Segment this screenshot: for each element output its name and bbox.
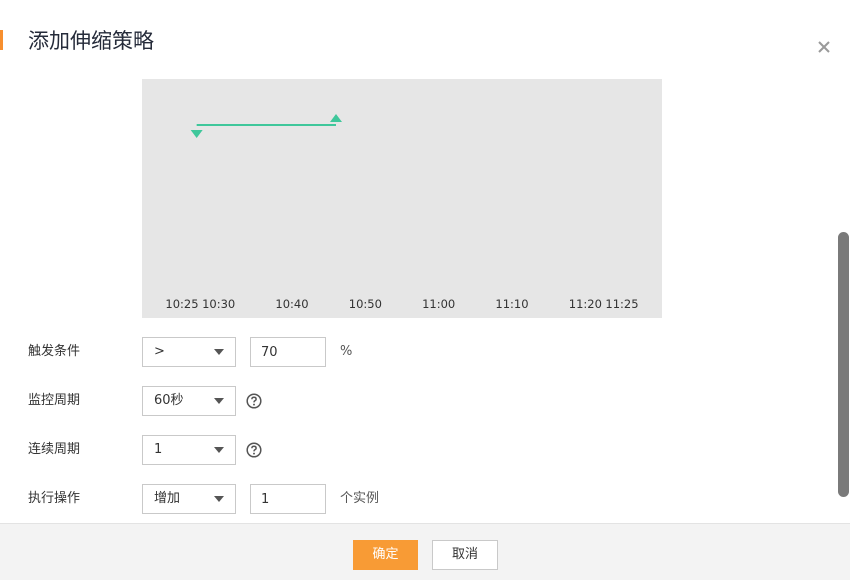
- add-scaling-policy-dialog: 添加伸缩策略 10:25 10:30 10:40 10:50 11:00 11:10 11:…: [0, 0, 850, 580]
- monitor-period-select[interactable]: 60秒: [142, 386, 236, 416]
- x-tick-label: 11:10: [495, 297, 528, 311]
- confirm-button[interactable]: 确定: [353, 540, 418, 570]
- x-tick-label: 10:50: [349, 297, 382, 311]
- instance-count-input[interactable]: [250, 484, 326, 514]
- operator-select-value: >: [154, 344, 165, 359]
- chevron-down-icon: [214, 398, 224, 404]
- chart-canvas: 10:25 10:30 10:40 10:50 11:00 11:10 11:20 11:25: [165, 114, 639, 311]
- chevron-down-icon: [214, 447, 224, 453]
- x-tick-label: 11:00: [422, 297, 455, 311]
- action-label: 执行操作: [28, 491, 81, 506]
- x-tick-label: 11:25: [605, 297, 638, 311]
- chevron-down-icon: [214, 496, 224, 502]
- end-marker: [330, 114, 342, 122]
- consecutive-periods-label: 连续周期: [28, 442, 81, 457]
- threshold-input[interactable]: [250, 337, 326, 367]
- action-select[interactable]: 增加: [142, 484, 236, 514]
- consecutive-periods-select-value: 1: [154, 442, 163, 457]
- threshold-unit: %: [340, 344, 353, 359]
- x-tick-label: 10:40: [275, 297, 308, 311]
- operator-select[interactable]: >: [142, 337, 236, 367]
- close-icon[interactable]: [813, 36, 835, 58]
- dialog-title: 添加伸缩策略: [28, 29, 154, 53]
- help-icon[interactable]: [246, 442, 262, 458]
- action-row: 执行操作 增加 个实例: [0, 484, 820, 514]
- cancel-button[interactable]: 取消: [432, 540, 498, 570]
- trigger-condition-label: 触发条件: [28, 344, 81, 359]
- monitor-period-row: 监控周期 60秒: [0, 386, 820, 416]
- instance-unit: 个实例: [340, 491, 380, 506]
- consecutive-periods-row: 连续周期 1: [0, 435, 820, 465]
- metric-chart: 10:25 10:30 10:40 10:50 11:00 11:10 11:20 11:25: [142, 79, 662, 318]
- monitor-period-label: 监控周期: [28, 393, 81, 408]
- chevron-down-icon: [214, 349, 224, 355]
- scrollbar-thumb[interactable]: [838, 232, 849, 497]
- x-tick-label: 10:25: [165, 297, 198, 311]
- action-select-value: 增加: [154, 491, 181, 506]
- start-marker: [190, 130, 203, 138]
- x-tick-label: 10:30: [202, 297, 235, 311]
- title-accent-bar: [0, 30, 3, 50]
- help-icon[interactable]: [246, 393, 262, 409]
- trigger-condition-row: 触发条件 > %: [0, 337, 820, 367]
- monitor-period-select-value: 60秒: [154, 393, 184, 408]
- dialog-footer: 确定 取消: [0, 523, 850, 580]
- dialog-header: 添加伸缩策略: [0, 24, 850, 58]
- x-tick-label: 11:20: [569, 297, 602, 311]
- consecutive-periods-select[interactable]: 1: [142, 435, 236, 465]
